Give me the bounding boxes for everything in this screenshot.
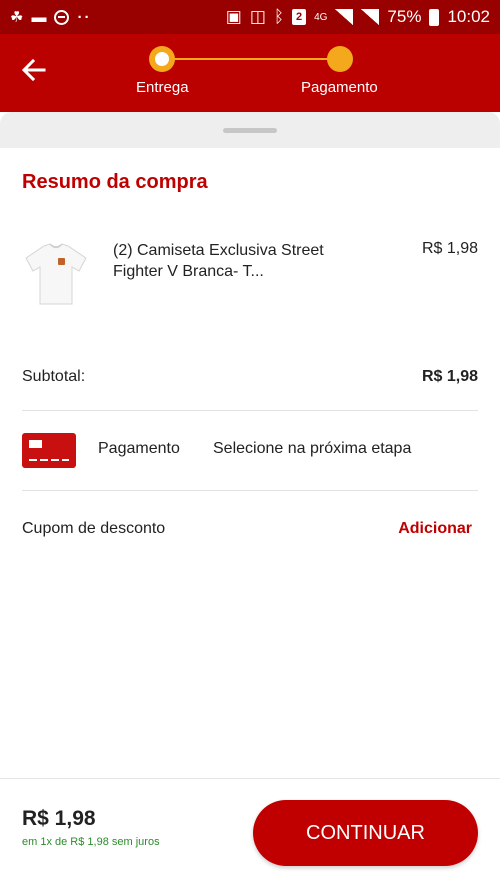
subtotal-row: Subtotal: R$ 1,98 <box>22 366 478 388</box>
payment-label: Pagamento <box>98 440 180 457</box>
add-coupon-link[interactable]: Adicionar <box>398 520 472 538</box>
status-bar: ☘ ▬ ·· ▣ ◫ ᛒ 2 4G 75% 10:02 <box>0 0 500 34</box>
step-dot-pagamento <box>327 46 353 72</box>
arrow-left-icon <box>21 58 46 82</box>
bottom-sheet-top <box>0 112 500 148</box>
signal-icon-2 <box>361 9 380 25</box>
folder-icon: ▬ <box>31 8 47 26</box>
do-not-disturb-icon <box>54 9 70 25</box>
battery-icon <box>429 8 440 26</box>
step-dot-entrega <box>149 46 175 72</box>
card-chip <box>29 440 42 448</box>
installments-text: em 1x de R$ 1,98 sem juros <box>22 836 160 848</box>
product-price: R$ 1,98 <box>421 240 478 257</box>
step-label-entrega: Entrega <box>136 79 189 96</box>
notification-icon: ☘ <box>10 9 24 26</box>
payment-value: Selecione na próxima etapa <box>213 440 412 457</box>
divider <box>22 410 478 411</box>
drag-handle[interactable] <box>223 128 277 133</box>
more-notifications-icon: ·· <box>77 8 92 26</box>
signal-icon <box>335 9 354 25</box>
step-label-pagamento: Pagamento <box>301 79 378 96</box>
product-name: (2) Camiseta Exclusiva Street Fighter V … <box>113 242 324 280</box>
continue-button[interactable]: CONTINUAR <box>253 800 478 866</box>
progress-line <box>174 58 328 60</box>
cast-icon: ◫ <box>249 7 266 26</box>
back-arrow-icon[interactable] <box>20 56 56 90</box>
battery-percent: 75% <box>387 7 422 26</box>
coupon-label: Cupom de desconto <box>22 520 166 537</box>
subtotal-label: Subtotal: <box>22 368 86 385</box>
card-number-line <box>29 459 69 461</box>
subtotal-value: R$ 1,98 <box>421 368 478 385</box>
total-price: R$ 1,98 <box>22 807 96 830</box>
vibrate-icon: ▣ <box>225 7 242 26</box>
sim-indicator: 2 <box>292 9 307 25</box>
network-type: 4G <box>314 11 328 23</box>
section-title: Resumo da compra <box>22 171 208 193</box>
tshirt-thumbnail <box>25 243 87 305</box>
clock: 10:02 <box>447 7 490 26</box>
bluetooth-icon: ᛒ <box>273 7 285 26</box>
credit-card-icon <box>22 433 76 468</box>
checkout-header: Entrega Pagamento <box>0 34 500 112</box>
footer-divider <box>0 778 500 779</box>
divider <box>22 490 478 491</box>
